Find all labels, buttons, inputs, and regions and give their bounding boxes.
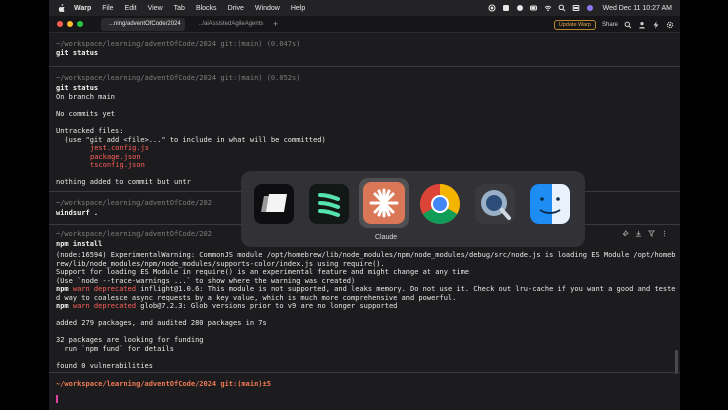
block-command: git status <box>56 83 99 92</box>
zoom-window-button[interactable] <box>77 21 83 27</box>
lightning-icon[interactable] <box>652 21 660 29</box>
menu-window[interactable]: Window <box>255 5 280 12</box>
deprecated-label: deprecated <box>89 302 137 310</box>
tab-ai-assisted-agile-agents[interactable]: ../aiAssistedAgileAgents <box>191 18 267 31</box>
minimize-window-button[interactable] <box>67 21 73 27</box>
tray-extra-icon[interactable] <box>516 4 524 12</box>
output-line: (node:16594) ExperimentalWarning: Common… <box>56 251 676 259</box>
menu-view[interactable]: View <box>148 5 163 12</box>
npm-label: npm <box>56 285 73 293</box>
warn-label: warn <box>72 302 90 310</box>
tab-label: ../aiAssistedAgileAgents <box>199 21 264 27</box>
update-warp-button[interactable]: Update Warp <box>553 19 596 30</box>
warning-text: inflight@1.0.6: This module is not suppo… <box>136 285 676 293</box>
output-line: 32 packages are looking for funding <box>56 336 204 344</box>
output-line: found 0 vulnerabilities <box>56 361 153 370</box>
gear-icon[interactable] <box>666 21 674 29</box>
terminal-block[interactable]: ~/workspace/learning/adventOfCode/202 np… <box>49 230 680 370</box>
npm-warning-line: npm warn deprecated inflight@1.0.6: This… <box>56 285 680 294</box>
switcher-app-quicktime[interactable] <box>472 181 518 227</box>
output-line: No commits yet <box>56 110 116 118</box>
menu-drive[interactable]: Drive <box>228 5 244 12</box>
switcher-app-windsurf[interactable] <box>306 181 352 227</box>
battery-icon[interactable] <box>529 4 538 12</box>
search-icon[interactable] <box>558 4 566 12</box>
current-prompt: ~/workspace/learning/adventOfCode/2024 g… <box>56 380 271 388</box>
output-line: d way to coalesce async requests by a ke… <box>56 293 457 302</box>
untracked-file: package.json <box>90 152 141 161</box>
claude-icon <box>363 182 405 224</box>
switcher-app-warp[interactable] <box>251 181 297 227</box>
output-line: (Use `node --trace-warnings ...` to show… <box>56 276 356 285</box>
windsurf-icon <box>309 184 349 224</box>
npm-warning-line: npm warn deprecated glob@7.2.3: Glob ver… <box>56 302 680 311</box>
output-line: run `npm fund` for details <box>56 344 175 353</box>
terminal-block[interactable]: ~/workspace/learning/adventOfCode/2024 g… <box>49 40 680 57</box>
untracked-file: jest.config.js <box>90 144 150 152</box>
menu-app-name[interactable]: Warp <box>74 5 91 12</box>
screen: Warp File Edit View Tab Blocks Drive Win… <box>49 0 680 410</box>
quicktime-icon <box>475 184 515 224</box>
output-line: Support for loading ES Module in require… <box>56 268 470 276</box>
block-divider <box>49 66 680 67</box>
new-tab-button[interactable]: + <box>273 19 278 29</box>
chrome-icon <box>420 184 460 224</box>
siri-icon[interactable] <box>586 4 594 12</box>
untracked-file: tsconfig.json <box>90 161 145 169</box>
warp-icon <box>254 184 294 224</box>
menu-blocks[interactable]: Blocks <box>196 5 217 12</box>
output-line: Untracked files: <box>56 127 124 135</box>
selected-app-label: Claude <box>375 234 398 241</box>
output-line: (use "git add <file>..." to include in w… <box>56 135 326 144</box>
menu-help[interactable]: Help <box>291 5 305 12</box>
block-divider <box>49 372 680 373</box>
warn-label: warn <box>72 285 90 293</box>
menu-file[interactable]: File <box>102 5 113 12</box>
switcher-app-finder[interactable] <box>527 181 573 227</box>
input-editor[interactable]: ~/workspace/learning/adventOfCode/2024 g… <box>49 380 680 404</box>
share-button[interactable]: Share <box>602 22 618 28</box>
menu-edit[interactable]: Edit <box>125 5 137 12</box>
control-center-icon[interactable] <box>572 4 580 12</box>
npm-label: npm <box>56 302 73 310</box>
output-line: added 279 packages, and audited 280 pack… <box>56 319 267 327</box>
menu-bar: Warp File Edit View Tab Blocks Drive Win… <box>49 0 680 16</box>
block-prompt: ~/workspace/learning/adventOfCode/2024 g… <box>56 40 301 48</box>
menu-clock[interactable]: Wed Dec 11 10:27 AM <box>603 5 672 12</box>
scrollbar[interactable] <box>675 350 678 374</box>
apple-menu-icon[interactable] <box>57 3 66 13</box>
tray-app-icon[interactable] <box>502 4 510 12</box>
warning-text: glob@7.2.3: Glob versions prior to v9 ar… <box>136 302 398 310</box>
tab-advent-of-code[interactable]: ...ning/adventOfCode/2024 <box>101 17 185 31</box>
record-icon[interactable] <box>488 4 496 12</box>
app-switcher: Claude <box>241 171 585 247</box>
menu-tab[interactable]: Tab <box>174 5 185 12</box>
text-cursor <box>56 394 58 403</box>
block-prompt: ~/workspace/learning/adventOfCode/2024 g… <box>56 74 301 82</box>
output-line: On branch main <box>56 93 116 101</box>
deprecated-label: deprecated <box>89 285 137 293</box>
close-window-button[interactable] <box>57 21 63 27</box>
command-input[interactable] <box>56 394 680 404</box>
tab-label: ...ning/adventOfCode/2024 <box>109 21 181 27</box>
user-icon[interactable] <box>638 21 646 29</box>
finder-icon <box>530 184 570 224</box>
output-line: rew/lib/node_modules/npm/node_modules/su… <box>56 259 385 268</box>
wifi-icon[interactable] <box>544 4 552 12</box>
switcher-app-chrome[interactable] <box>417 181 463 227</box>
search-icon[interactable] <box>624 21 632 29</box>
terminal-block[interactable]: ~/workspace/learning/adventOfCode/2024 g… <box>49 74 680 186</box>
tab-bar: ...ning/adventOfCode/2024 ../aiAssistedA… <box>49 16 680 33</box>
switcher-app-claude[interactable] <box>359 178 409 228</box>
block-command: git status <box>56 48 99 57</box>
